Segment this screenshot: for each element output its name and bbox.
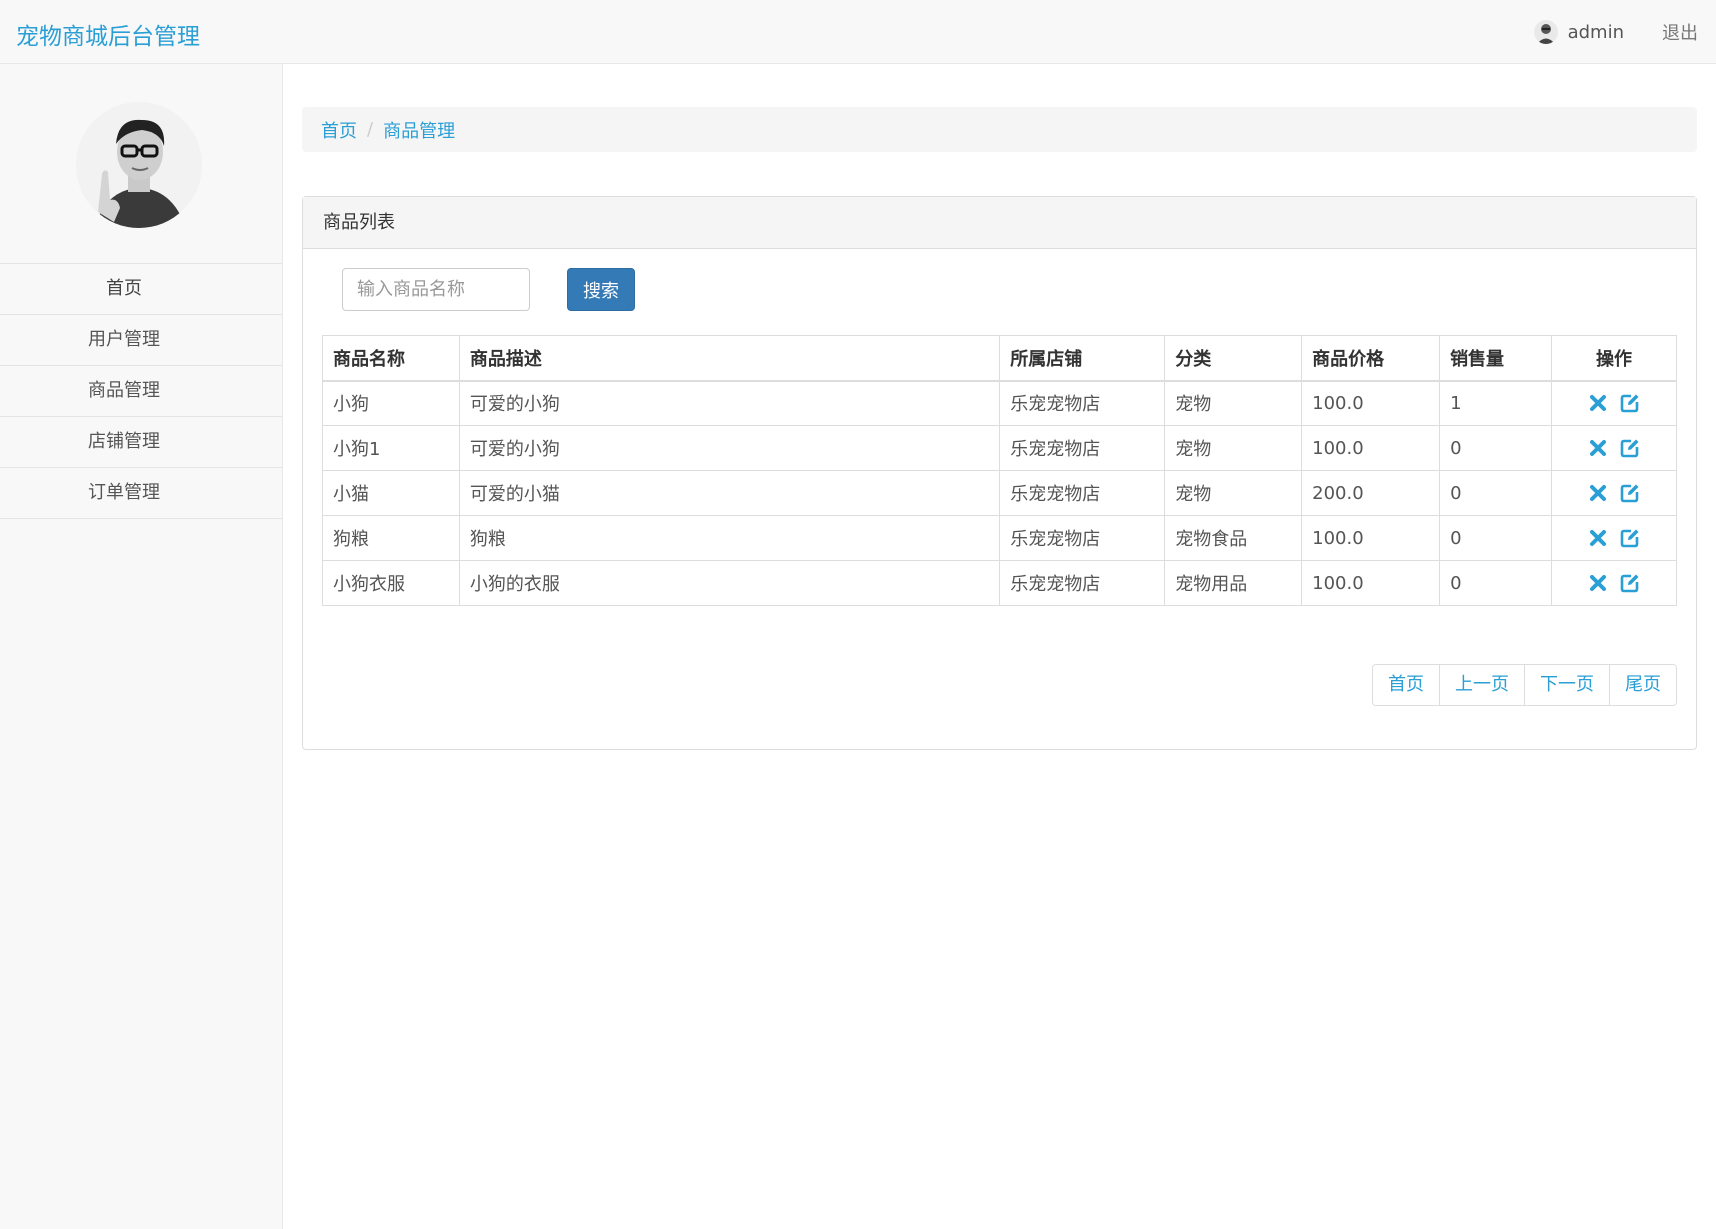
product-list-panel: 商品列表 搜索 商品名称 商品描述 所属店铺 分类 商品价格 销售量 操作 xyxy=(302,196,1697,750)
column-header-category: 分类 xyxy=(1164,335,1303,382)
cell-price: 100.0 xyxy=(1301,425,1441,471)
cell-actions xyxy=(1551,425,1677,471)
cell-name: 小狗衣服 xyxy=(322,560,460,606)
edit-icon[interactable] xyxy=(1619,527,1641,549)
cell-category: 宠物用品 xyxy=(1164,560,1303,606)
sidebar-item-stores[interactable]: 店铺管理 xyxy=(0,417,282,468)
top-navbar: 宠物商城后台管理 admin 退出 xyxy=(0,0,1716,64)
cell-name: 小狗1 xyxy=(322,425,460,471)
cell-description: 可爱的小狗 xyxy=(458,425,1001,471)
logout-link[interactable]: 退出 xyxy=(1662,19,1698,45)
edit-icon[interactable] xyxy=(1619,482,1641,504)
cell-description: 可爱的小猫 xyxy=(458,470,1001,516)
pagination-first[interactable]: 首页 xyxy=(1373,665,1439,705)
user-avatar-icon xyxy=(1533,20,1558,44)
edit-icon[interactable] xyxy=(1619,392,1641,414)
table-row: 小狗衣服 小狗的衣服 乐宠宠物店 宠物用品 100.0 0 xyxy=(322,560,1677,606)
brand-title[interactable]: 宠物商城后台管理 xyxy=(16,17,200,51)
column-header-description: 商品描述 xyxy=(458,335,1001,382)
column-header-price: 商品价格 xyxy=(1301,335,1441,382)
table-row: 狗粮 狗粮 乐宠宠物店 宠物食品 100.0 0 xyxy=(322,515,1677,561)
edit-icon[interactable] xyxy=(1619,437,1641,459)
cell-sales: 1 xyxy=(1439,380,1552,426)
column-header-actions: 操作 xyxy=(1551,335,1677,382)
user-area: admin 退出 xyxy=(1533,0,1698,64)
search-input[interactable] xyxy=(342,268,530,311)
cell-store: 乐宠宠物店 xyxy=(999,425,1166,471)
breadcrumb-current[interactable]: 商品管理 xyxy=(383,117,455,143)
panel-title: 商品列表 xyxy=(303,197,1696,249)
breadcrumb-home-link[interactable]: 首页 xyxy=(321,117,357,143)
cell-store: 乐宠宠物店 xyxy=(999,470,1166,516)
pagination-next[interactable]: 下一页 xyxy=(1524,665,1609,705)
search-button[interactable]: 搜索 xyxy=(567,268,635,311)
cell-store: 乐宠宠物店 xyxy=(999,380,1166,426)
cell-actions xyxy=(1551,560,1677,606)
cell-sales: 0 xyxy=(1439,425,1552,471)
sidebar-item-users[interactable]: 用户管理 xyxy=(0,315,282,366)
cell-sales: 0 xyxy=(1439,560,1552,606)
delete-icon[interactable] xyxy=(1587,392,1609,414)
delete-icon[interactable] xyxy=(1587,437,1609,459)
table-row: 小狗1 可爱的小狗 乐宠宠物店 宠物 100.0 0 xyxy=(322,425,1677,471)
delete-icon[interactable] xyxy=(1587,572,1609,594)
cell-actions xyxy=(1551,470,1677,516)
cell-price: 100.0 xyxy=(1301,380,1441,426)
delete-icon[interactable] xyxy=(1587,482,1609,504)
sidebar-item-products[interactable]: 商品管理 xyxy=(0,366,282,417)
sidebar: 首页 用户管理 商品管理 店铺管理 订单管理 xyxy=(0,64,283,1229)
cell-sales: 0 xyxy=(1439,515,1552,561)
table-row: 小猫 可爱的小猫 乐宠宠物店 宠物 200.0 0 xyxy=(322,470,1677,516)
cell-actions xyxy=(1551,380,1677,426)
cell-category: 宠物食品 xyxy=(1164,515,1303,561)
sidebar-nav: 首页 用户管理 商品管理 店铺管理 订单管理 xyxy=(0,263,282,519)
breadcrumb-separator: / xyxy=(367,119,374,140)
cell-store: 乐宠宠物店 xyxy=(999,560,1166,606)
cell-price: 100.0 xyxy=(1301,515,1441,561)
product-table: 商品名称 商品描述 所属店铺 分类 商品价格 销售量 操作 小狗 可爱的小狗 乐… xyxy=(322,335,1677,606)
column-header-sales: 销售量 xyxy=(1439,335,1552,382)
cell-category: 宠物 xyxy=(1164,470,1303,516)
table-row: 小狗 可爱的小狗 乐宠宠物店 宠物 100.0 1 xyxy=(322,380,1677,426)
cell-description: 小狗的衣服 xyxy=(458,560,1001,606)
edit-icon[interactable] xyxy=(1619,572,1641,594)
pagination-last[interactable]: 尾页 xyxy=(1609,665,1676,705)
sidebar-item-orders[interactable]: 订单管理 xyxy=(0,468,282,519)
profile-avatar xyxy=(76,102,202,228)
pagination-prev[interactable]: 上一页 xyxy=(1439,665,1524,705)
cell-store: 乐宠宠物店 xyxy=(999,515,1166,561)
cell-category: 宠物 xyxy=(1164,425,1303,471)
cell-price: 200.0 xyxy=(1301,470,1441,516)
cell-name: 小狗 xyxy=(322,380,460,426)
cell-description: 可爱的小狗 xyxy=(458,380,1001,426)
cell-category: 宠物 xyxy=(1164,380,1303,426)
cell-actions xyxy=(1551,515,1677,561)
cell-name: 小猫 xyxy=(322,470,460,516)
cell-price: 100.0 xyxy=(1301,560,1441,606)
column-header-store: 所属店铺 xyxy=(999,335,1166,382)
breadcrumb: 首页 / 商品管理 xyxy=(302,107,1697,152)
username[interactable]: admin xyxy=(1568,22,1624,43)
cell-sales: 0 xyxy=(1439,470,1552,516)
sidebar-item-home[interactable]: 首页 xyxy=(0,264,282,315)
cell-name: 狗粮 xyxy=(322,515,460,561)
table-header-row: 商品名称 商品描述 所属店铺 分类 商品价格 销售量 操作 xyxy=(322,335,1677,382)
cell-description: 狗粮 xyxy=(458,515,1001,561)
column-header-name: 商品名称 xyxy=(322,335,460,382)
delete-icon[interactable] xyxy=(1587,527,1609,549)
pagination: 首页 上一页 下一页 尾页 xyxy=(1372,664,1677,706)
